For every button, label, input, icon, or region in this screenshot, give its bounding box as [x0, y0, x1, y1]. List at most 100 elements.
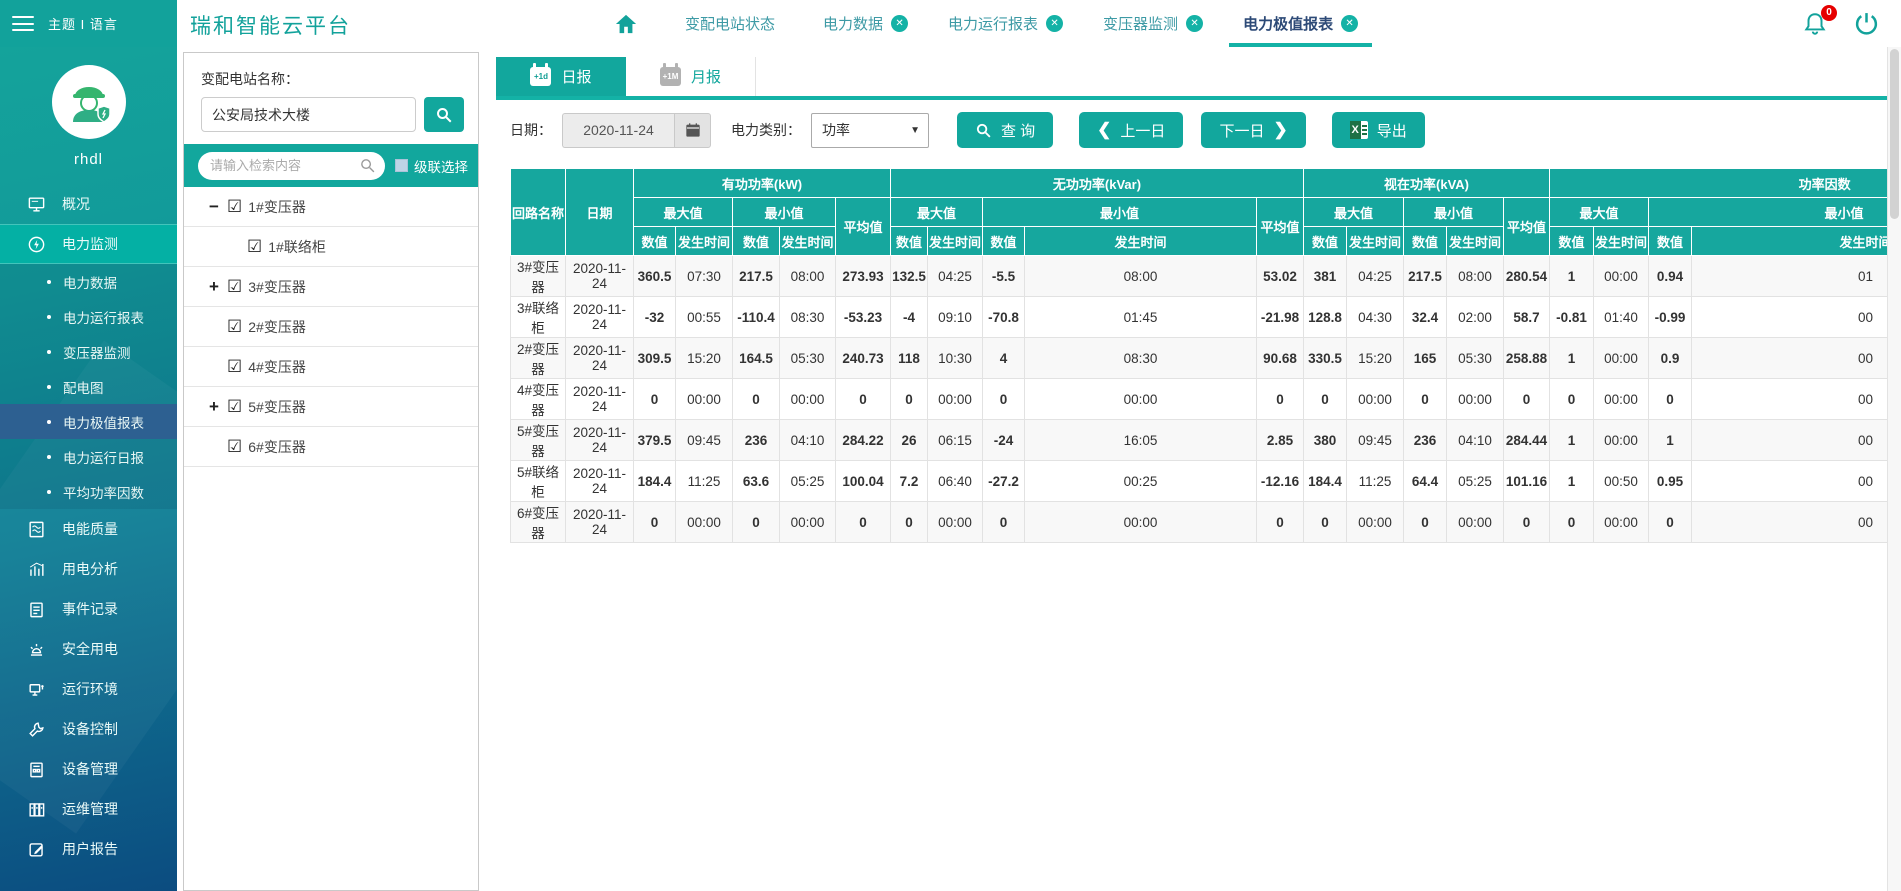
tree-node-2[interactable]: +☑ 3#变压器	[184, 267, 478, 307]
nav-tab-0[interactable]: 变配电站状态	[665, 0, 803, 47]
calendar-button[interactable]	[674, 113, 711, 148]
home-icon[interactable]	[615, 13, 637, 35]
scrollbar-thumb[interactable]	[1890, 49, 1899, 219]
tree-node-0[interactable]: −☑1#变压器	[184, 187, 478, 227]
table-cell: 128.8	[1304, 297, 1347, 338]
power-category-select[interactable]: 功率 ▼	[811, 113, 929, 148]
tab-monthly-report[interactable]: +1M 月报	[626, 57, 756, 96]
vertical-scrollbar[interactable]	[1887, 47, 1901, 891]
checked-checkbox-icon[interactable]: ☑	[227, 397, 242, 417]
table-cell: 0	[1504, 379, 1550, 420]
table-cell: -0.81	[1550, 297, 1594, 338]
nav-tab-2[interactable]: 电力运行报表 ✕	[928, 0, 1083, 47]
close-icon[interactable]: ✕	[1046, 15, 1063, 32]
sidebar-item-3[interactable]: 用电分析	[0, 549, 177, 589]
checked-checkbox-icon[interactable]: ☑	[227, 437, 242, 457]
avatar	[52, 65, 126, 139]
previous-day-button[interactable]: ❮ 上一日	[1079, 112, 1183, 148]
tree-node-label: 3#变压器	[248, 277, 306, 297]
sidebar-item-6[interactable]: 运行环境	[0, 669, 177, 709]
sidebar-subitem-1[interactable]: 电力运行报表	[0, 299, 177, 334]
sidebar-subitem-3[interactable]: 配电图	[0, 369, 177, 404]
cascade-checkbox[interactable]	[395, 159, 408, 172]
table-cell: 0	[733, 379, 780, 420]
sidebar-item-label: 事件记录	[62, 599, 118, 619]
date-input[interactable]	[562, 113, 674, 148]
nav-tab-label: 电力数据	[823, 13, 883, 34]
tab-daily-report[interactable]: +1d 日报	[496, 57, 626, 96]
tree-search-input[interactable]	[198, 152, 385, 180]
checked-checkbox-icon[interactable]: ☑	[247, 237, 262, 257]
expand-icon[interactable]: +	[209, 397, 227, 417]
table-cell: 0	[1404, 379, 1447, 420]
header-cell: 发生时间	[928, 227, 983, 256]
tree-node-5[interactable]: +☑5#变压器	[184, 387, 478, 427]
tree-node-6[interactable]: ☑6#变压器	[184, 427, 478, 467]
tree-node-1[interactable]: ☑1#联络柜	[184, 227, 478, 267]
checked-checkbox-icon[interactable]: ☑	[227, 357, 242, 377]
export-button[interactable]: X 导出	[1332, 112, 1425, 148]
nav-tab-label: 电力运行报表	[948, 13, 1038, 34]
sidebar-item-2[interactable]: 电能质量	[0, 509, 177, 549]
table-cell: 184.4	[1304, 461, 1347, 502]
sidebar-subitem-0[interactable]: 电力数据	[0, 264, 177, 299]
logout-power-icon[interactable]	[1854, 11, 1879, 36]
table-cell: 04:25	[928, 256, 983, 297]
next-day-button[interactable]: 下一日 ❯	[1201, 112, 1305, 148]
checked-checkbox-icon[interactable]: ☑	[227, 277, 242, 297]
table-cell: 0.95	[1649, 461, 1692, 502]
nav-tab-1[interactable]: 电力数据 ✕	[803, 0, 928, 47]
collapse-icon[interactable]: −	[209, 197, 227, 217]
nav-tab-3[interactable]: 变压器监测✕	[1083, 0, 1223, 47]
table-cell: -53.23	[836, 297, 891, 338]
header-cell: 发生时间	[676, 227, 733, 256]
station-search-button[interactable]	[424, 97, 464, 132]
sidebar-menu: 概况电力监测电力数据电力运行报表变压器监测配电图电力极值报表电力运行日报平均功率…	[0, 184, 177, 869]
chevron-right-icon: ❯	[1273, 120, 1287, 140]
tree-node-4[interactable]: ☑4#变压器	[184, 347, 478, 387]
close-icon[interactable]: ✕	[1341, 15, 1358, 32]
header-cell: 数值	[733, 227, 780, 256]
sidebar-item-10[interactable]: 用户报告	[0, 829, 177, 869]
sidebar-item-label: 电能质量	[62, 519, 118, 539]
checked-checkbox-icon[interactable]: ☑	[227, 197, 242, 217]
table-cell: 00:25	[1025, 461, 1257, 502]
sidebar-item-label: 运维管理	[62, 799, 118, 819]
sidebar-item-0[interactable]: 概况	[0, 184, 177, 224]
table-cell: 05:25	[780, 461, 836, 502]
expand-icon[interactable]: +	[209, 277, 227, 297]
sidebar-subitem-5[interactable]: 电力运行日报	[0, 439, 177, 474]
sidebar-item-8[interactable]: 设备管理	[0, 749, 177, 789]
sidebar-subitem-4[interactable]: 电力极值报表	[0, 404, 177, 439]
table-cell: 09:45	[676, 420, 733, 461]
table-cell: 101.16	[1504, 461, 1550, 502]
close-icon[interactable]: ✕	[1186, 15, 1203, 32]
table-cell: 90.68	[1257, 338, 1304, 379]
header-cell: 发生时间	[1692, 227, 1887, 256]
tree-node-3[interactable]: ☑2#变压器	[184, 307, 478, 347]
table-cell: 06:15	[928, 420, 983, 461]
table-cell: 00:00	[928, 502, 983, 543]
table-cell: 10:30	[928, 338, 983, 379]
theme-language-link[interactable]: 主题 I 语言	[48, 14, 118, 33]
table-cell: 00:00	[1347, 502, 1404, 543]
query-button[interactable]: 查 询	[957, 112, 1053, 148]
notification-bell-icon[interactable]: 0	[1802, 11, 1828, 37]
sidebar-item-5[interactable]: 安全用电	[0, 629, 177, 669]
sidebar-item-4[interactable]: 事件记录	[0, 589, 177, 629]
station-name-input[interactable]	[201, 97, 416, 132]
nav-tab-4[interactable]: 电力极值报表✕	[1223, 0, 1378, 47]
power-circle-icon	[26, 234, 46, 254]
sidebar-item-7[interactable]: 设备控制	[0, 709, 177, 749]
sidebar-subitem-6[interactable]: 平均功率因数	[0, 474, 177, 509]
sidebar-subitem-2[interactable]: 变压器监测	[0, 334, 177, 369]
close-icon[interactable]: ✕	[891, 15, 908, 32]
table-cell: -5.5	[983, 256, 1025, 297]
table-row: 5#联络柜2020-11-24184.411:2563.605:25100.04…	[511, 461, 1888, 502]
hamburger-menu-icon[interactable]	[12, 16, 34, 31]
wrench-icon	[26, 719, 46, 739]
checked-checkbox-icon[interactable]: ☑	[227, 317, 242, 337]
sidebar-item-1[interactable]: 电力监测	[0, 224, 177, 264]
search-icon	[359, 157, 376, 174]
sidebar-item-9[interactable]: 运维管理	[0, 789, 177, 829]
